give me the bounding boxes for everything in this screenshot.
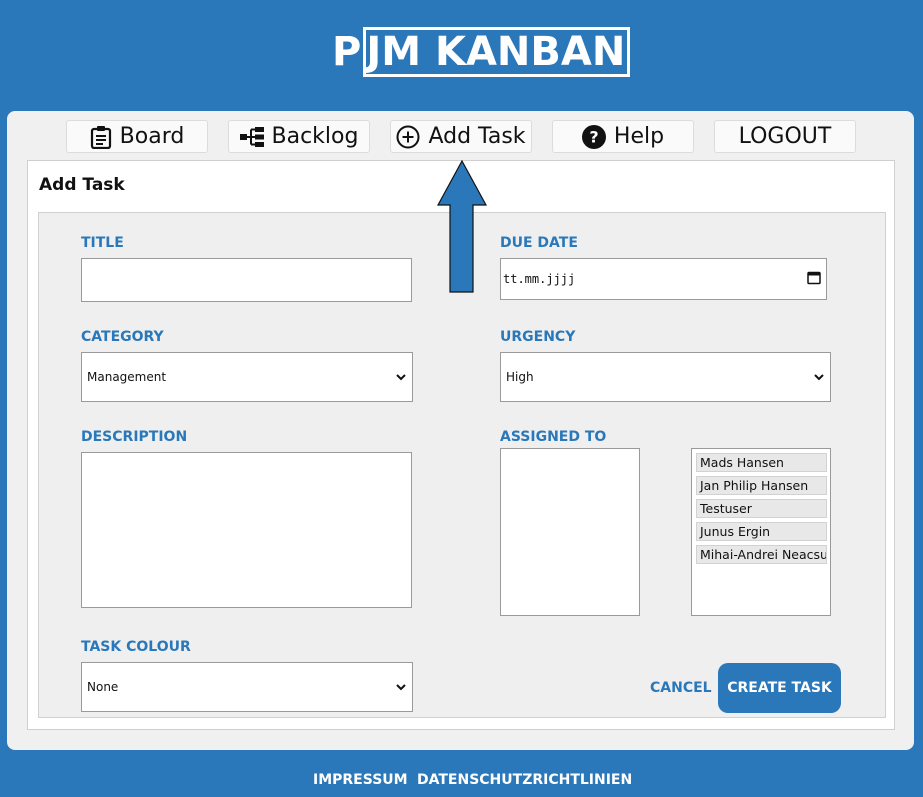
up-arrow-annotation xyxy=(436,159,488,298)
nav-board-label: Board xyxy=(119,124,185,149)
logo-text: JM KANBAN xyxy=(366,29,626,75)
assigned-to-label: ASSIGNED TO xyxy=(500,429,607,445)
urgency-label: URGENCY xyxy=(500,329,576,345)
svg-text:?: ? xyxy=(589,127,598,146)
chevron-down-icon xyxy=(396,680,406,694)
calendar-icon[interactable] xyxy=(807,271,821,288)
title-input[interactable] xyxy=(81,258,412,302)
page-title: Add Task xyxy=(39,175,125,195)
nav-backlog-label: Backlog xyxy=(271,124,359,149)
description-label: DESCRIPTION xyxy=(81,429,188,445)
description-textarea[interactable] xyxy=(81,452,412,608)
logo-boxed-text: JM KANBAN xyxy=(363,27,631,77)
category-selected: Management xyxy=(87,370,167,384)
assigned-users-list[interactable] xyxy=(500,448,640,616)
urgency-selected: High xyxy=(506,370,534,384)
due-date-label: DUE DATE xyxy=(500,235,578,251)
due-date-input[interactable]: tt.mm.jjjj xyxy=(500,258,827,300)
nav-help-label: Help xyxy=(613,124,665,149)
title-label: TITLE xyxy=(81,235,124,251)
question-circle-icon: ? xyxy=(581,124,606,149)
clipboard-icon xyxy=(90,125,112,149)
plus-circle-icon xyxy=(396,125,420,149)
category-select[interactable]: Management xyxy=(81,352,413,402)
list-item[interactable]: Junus Ergin xyxy=(696,522,827,541)
category-label: CATEGORY xyxy=(81,329,164,345)
nav-logout-button[interactable]: LOGOUT xyxy=(714,120,856,153)
chevron-down-icon xyxy=(396,370,406,384)
footer-privacy-link[interactable]: DATENSCHUTZRICHTLINIEN xyxy=(417,772,632,788)
sitemap-icon xyxy=(239,126,264,148)
create-task-button[interactable]: CREATE TASK xyxy=(718,663,841,713)
list-item[interactable]: Jan Philip Hansen xyxy=(696,476,827,495)
list-item[interactable]: Mihai-Andrei Neacsu xyxy=(696,545,827,564)
nav-add-task-button[interactable]: Add Task xyxy=(390,120,532,153)
list-item[interactable]: Mads Hansen xyxy=(696,453,827,472)
chevron-down-icon xyxy=(814,370,824,384)
nav-board-button[interactable]: Board xyxy=(66,120,208,153)
available-users-list[interactable]: Mads Hansen Jan Philip Hansen Testuser J… xyxy=(691,448,831,616)
task-colour-selected: None xyxy=(87,680,119,694)
due-date-placeholder: tt.mm.jjjj xyxy=(503,272,576,286)
nav-add-task-label: Add Task xyxy=(428,124,526,149)
urgency-select[interactable]: High xyxy=(500,352,831,402)
nav-logout-label: LOGOUT xyxy=(738,124,832,149)
cancel-button[interactable]: CANCEL xyxy=(650,680,712,696)
nav-help-button[interactable]: ? Help xyxy=(552,120,694,153)
nav-backlog-button[interactable]: Backlog xyxy=(228,120,370,153)
logo-letter-p: P xyxy=(332,29,362,75)
list-item[interactable]: Testuser xyxy=(696,499,827,518)
footer-impressum-link[interactable]: IMPRESSUM xyxy=(313,772,408,788)
app-logo: P JM KANBAN xyxy=(332,26,631,78)
task-colour-label: TASK COLOUR xyxy=(81,639,191,655)
task-colour-select[interactable]: None xyxy=(81,662,413,712)
